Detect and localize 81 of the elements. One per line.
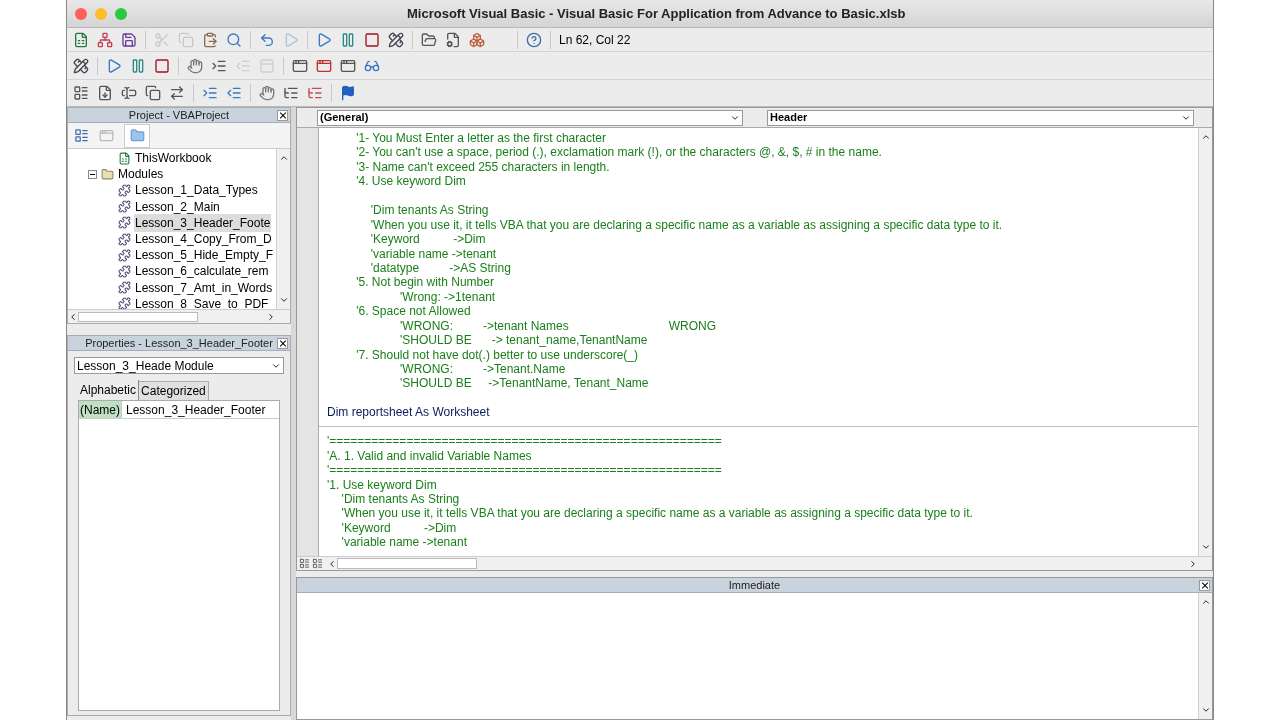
scroll-down-icon	[278, 295, 289, 305]
code-comment: 'WRONG: ->Tenant.Name	[399, 362, 566, 377]
code-comment: 'SHOULD BE ->TenantName, Tenant_Name	[399, 376, 649, 391]
module-icon	[118, 216, 131, 230]
code-statement: Dim reportsheet As Worksheet	[327, 405, 490, 420]
procedure-view-icon	[299, 558, 310, 569]
code-comment: '7. Should not have dot(.) better to use underscore(_)	[355, 347, 638, 362]
module-icon	[118, 281, 131, 295]
module-icon	[118, 297, 131, 309]
module-icon	[118, 232, 131, 246]
collapse-toggle[interactable]	[88, 169, 97, 179]
tree-item[interactable]: Lesson_5_Hide_Empty_F	[134, 246, 275, 265]
panel-title: Immediate	[728, 577, 781, 593]
window-title: Microsoft Visual Basic - Visual Basic For Application from Advance to Basic.xlsb	[407, 4, 906, 23]
vertical-scrollbar[interactable]	[1198, 128, 1212, 556]
code-comment: 'variable name ->tenant	[369, 246, 497, 261]
code-comment: 'variable name ->tenant	[340, 535, 467, 550]
object-dropdown[interactable]: Lesson_3_Heade Module	[74, 357, 284, 374]
code-comment: 'Keyword ->Dim	[340, 520, 457, 536]
code-comment: 'datatype ->AS String	[369, 260, 511, 276]
module-icon	[118, 264, 131, 278]
procedure-dropdown[interactable]: Header	[767, 109, 1194, 126]
close-button[interactable]	[1199, 579, 1210, 591]
scroll-up-icon	[1200, 597, 1211, 607]
code-comment: 'Keyword ->Dim	[369, 232, 486, 247]
close-button[interactable]	[277, 109, 288, 121]
tree-item[interactable]: ThisWorkbook	[134, 149, 213, 168]
code-comment: '1- You Must Enter a letter as the first character	[355, 131, 606, 146]
scroll-left-icon	[327, 558, 337, 569]
scroll-up-icon	[278, 153, 289, 163]
scroll-down-icon	[1200, 705, 1211, 715]
code-comment: '6. Space not Allowed	[355, 304, 471, 319]
tree-item[interactable]: Lesson_3_Header_Foote	[134, 213, 272, 232]
scroll-left-icon	[68, 311, 78, 322]
property-name[interactable]: (Name)	[79, 401, 122, 418]
code-comment: 'When you use it, it tells VBA that you are declaring a specific name as a variable as assigning a specific data type to it.	[369, 217, 1003, 233]
folder-icon	[101, 167, 114, 181]
toggle-folders-icon	[129, 128, 145, 143]
code-comment: '========================================================	[327, 434, 722, 449]
module-icon	[118, 183, 131, 197]
object-dropdown[interactable]: (General)	[317, 109, 743, 126]
tree-item[interactable]: Lesson_6_calculate_rem	[134, 262, 270, 281]
vertical-scrollbar[interactable]	[1198, 593, 1212, 719]
code-comment: '4. Use keyword Dim	[355, 174, 466, 189]
view-code-icon	[74, 128, 89, 143]
view-object-icon	[99, 128, 114, 143]
code-comment: 'A. 1. Valid and invalid Variable Names	[327, 448, 532, 464]
code-comment: 'Dim tenants As String	[340, 491, 460, 507]
scroll-up-icon	[1200, 132, 1211, 142]
tree-item[interactable]: Lesson_4_Copy_From_D	[134, 230, 273, 249]
horizontal-scrollbar[interactable]	[68, 309, 290, 323]
tree-item[interactable]: Lesson_1_Data_Types	[134, 181, 259, 200]
code-comment: '========================================================	[327, 463, 722, 478]
cursor-position: Ln 62, Col 22	[559, 31, 631, 49]
code-comment: 'Dim tenants As String	[369, 203, 489, 218]
code-comment: '2- You can't use a space, period (.), exclamation mark (!), or the characters @, &, $, # in the name.	[355, 145, 882, 160]
code-comment: '1. Use keyword Dim	[327, 477, 437, 492]
module-icon	[118, 248, 131, 262]
full-module-view-icon	[312, 558, 323, 569]
tab[interactable]: Categorized	[139, 381, 209, 400]
panel-title: Project - VBAProject	[128, 107, 230, 123]
tree-item[interactable]: Modules	[117, 165, 165, 184]
close-window-button[interactable]	[75, 7, 87, 20]
code-comment: '5. Not begin with Number	[355, 275, 494, 290]
scroll-right-icon	[1188, 558, 1198, 569]
panel-title: Properties - Lesson_3_Header_Footer	[85, 335, 273, 351]
code-comment: 'SHOULD BE -> tenant_name,TenantName	[399, 333, 648, 348]
module-icon	[118, 200, 131, 214]
code-comment: '3- Name can't exceed 255 characters in length.	[355, 159, 610, 175]
property-value: Lesson_3_Header_Footer	[125, 401, 267, 418]
vertical-scrollbar[interactable]	[276, 149, 290, 309]
workbook-icon	[118, 151, 131, 165]
scroll-right-icon	[266, 311, 276, 322]
code-comment: 'WRONG: ->tenant Names WRONG	[399, 318, 717, 334]
scroll-down-icon	[1200, 542, 1211, 552]
code-comment: 'Wrong: ->1tenant	[399, 289, 496, 305]
tree-item[interactable]: Lesson_7_Amt_in_Words	[134, 278, 274, 297]
tree-item[interactable]: Lesson_2_Main	[134, 197, 221, 216]
tab[interactable]: Alphabetic	[78, 380, 140, 400]
code-comment: 'When you use it, it tells VBA that you are declaring a specific name as a variable as assigning a specific data type to it.	[340, 506, 973, 521]
close-button[interactable]	[277, 337, 288, 349]
